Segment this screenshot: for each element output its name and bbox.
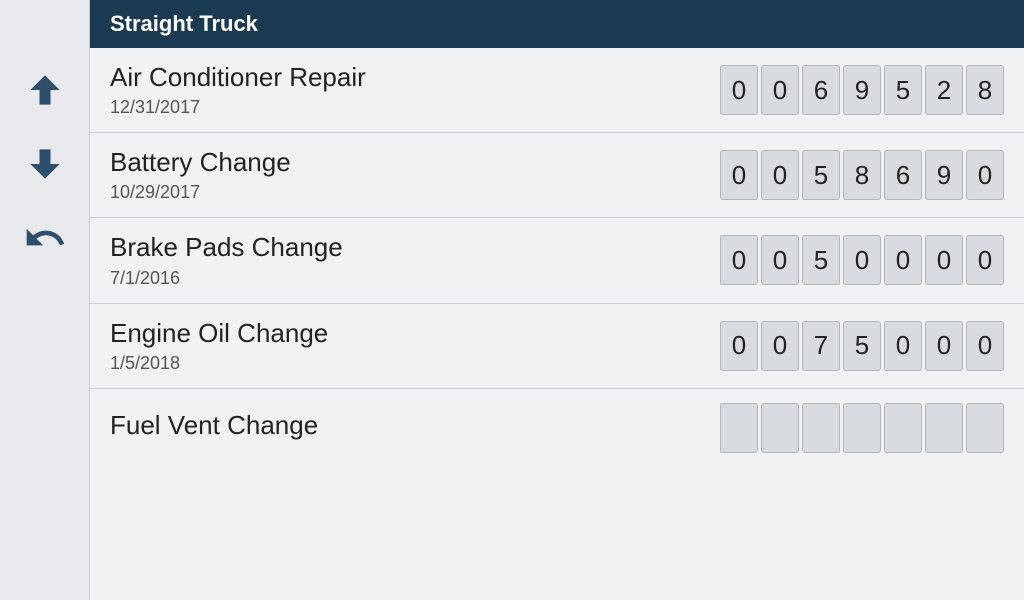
- odometer-digit: 0: [761, 65, 799, 115]
- odometer-digit: 0: [884, 235, 922, 285]
- odometer-digit: 0: [720, 150, 758, 200]
- odometer-digit: [884, 403, 922, 453]
- odometer-digit: [843, 403, 881, 453]
- odometer-digit: 0: [966, 235, 1004, 285]
- odometer-digit: 0: [761, 235, 799, 285]
- odometer-digit: 0: [966, 321, 1004, 371]
- odometer-digit: 0: [761, 321, 799, 371]
- odometer-digit: 6: [802, 65, 840, 115]
- item-date: 10/29/2017: [110, 182, 291, 203]
- odometer-digit: 5: [843, 321, 881, 371]
- odometer-display: [720, 403, 1004, 453]
- list-item[interactable]: Engine Oil Change1/5/20180075000: [90, 304, 1024, 389]
- item-info: Air Conditioner Repair 12/31/2017: [110, 62, 366, 118]
- odometer-digit: 2: [925, 65, 963, 115]
- odometer-digit: [720, 403, 758, 453]
- list-item[interactable]: Brake Pads Change7/1/20160050000: [90, 218, 1024, 303]
- odometer-digit: 5: [884, 65, 922, 115]
- odometer-display: 0075000: [720, 321, 1004, 371]
- odometer-digit: 0: [966, 150, 1004, 200]
- item-info: Battery Change 10/29/2017: [110, 147, 291, 203]
- item-date: 7/1/2016: [110, 268, 343, 289]
- odometer-display: 0069528: [720, 65, 1004, 115]
- arrow-up-icon[interactable]: [23, 68, 67, 112]
- odometer-digit: 0: [720, 65, 758, 115]
- item-date: 1/5/2018: [110, 353, 328, 374]
- odometer-digit: [966, 403, 1004, 453]
- list-item[interactable]: Air Conditioner Repair 12/31/2017 0069528: [90, 48, 1024, 133]
- odometer-digit: [925, 403, 963, 453]
- odometer-digit: 0: [884, 321, 922, 371]
- item-info: Brake Pads Change 7/1/2016: [110, 232, 343, 288]
- odometer-display: 0050000: [720, 235, 1004, 285]
- odometer-digit: 0: [761, 150, 799, 200]
- odometer-digit: 0: [843, 235, 881, 285]
- item-name: Fuel Vent Change: [110, 410, 318, 441]
- item-date: 12/31/2017: [110, 97, 366, 118]
- odometer-digit: [761, 403, 799, 453]
- odometer-digit: 8: [843, 150, 881, 200]
- item-name: Air Conditioner Repair: [110, 62, 366, 93]
- item-name: Battery Change: [110, 147, 291, 178]
- odometer-digit: 9: [925, 150, 963, 200]
- item-info: Fuel Vent Change: [110, 410, 318, 445]
- odometer-display: 0058690: [720, 150, 1004, 200]
- odometer-digit: 0: [925, 321, 963, 371]
- main-content: Straight Truck Air Conditioner Repair 12/…: [90, 0, 1024, 600]
- odometer-digit: 5: [802, 150, 840, 200]
- item-name: Brake Pads Change: [110, 232, 343, 263]
- sidebar: [0, 0, 90, 600]
- item-name: Engine Oil Change: [110, 318, 328, 349]
- odometer-digit: 9: [843, 65, 881, 115]
- arrow-down-icon[interactable]: [23, 142, 67, 186]
- odometer-digit: 8: [966, 65, 1004, 115]
- odometer-digit: 0: [720, 321, 758, 371]
- list-item[interactable]: Battery Change10/29/20170058690: [90, 133, 1024, 218]
- odometer-digit: 5: [802, 235, 840, 285]
- maintenance-list: Air Conditioner Repair12/31/20170069528B…: [90, 48, 1024, 600]
- header: Straight Truck: [90, 0, 1024, 48]
- odometer-digit: 7: [802, 321, 840, 371]
- menu-icon[interactable]: [27, 10, 63, 38]
- item-info: Engine Oil Change 1/5/2018: [110, 318, 328, 374]
- list-item[interactable]: Fuel Vent Change: [90, 389, 1024, 467]
- odometer-digit: 6: [884, 150, 922, 200]
- odometer-digit: 0: [720, 235, 758, 285]
- undo-icon[interactable]: [23, 216, 67, 260]
- odometer-digit: [802, 403, 840, 453]
- page-title: Straight Truck: [110, 11, 258, 37]
- odometer-digit: 0: [925, 235, 963, 285]
